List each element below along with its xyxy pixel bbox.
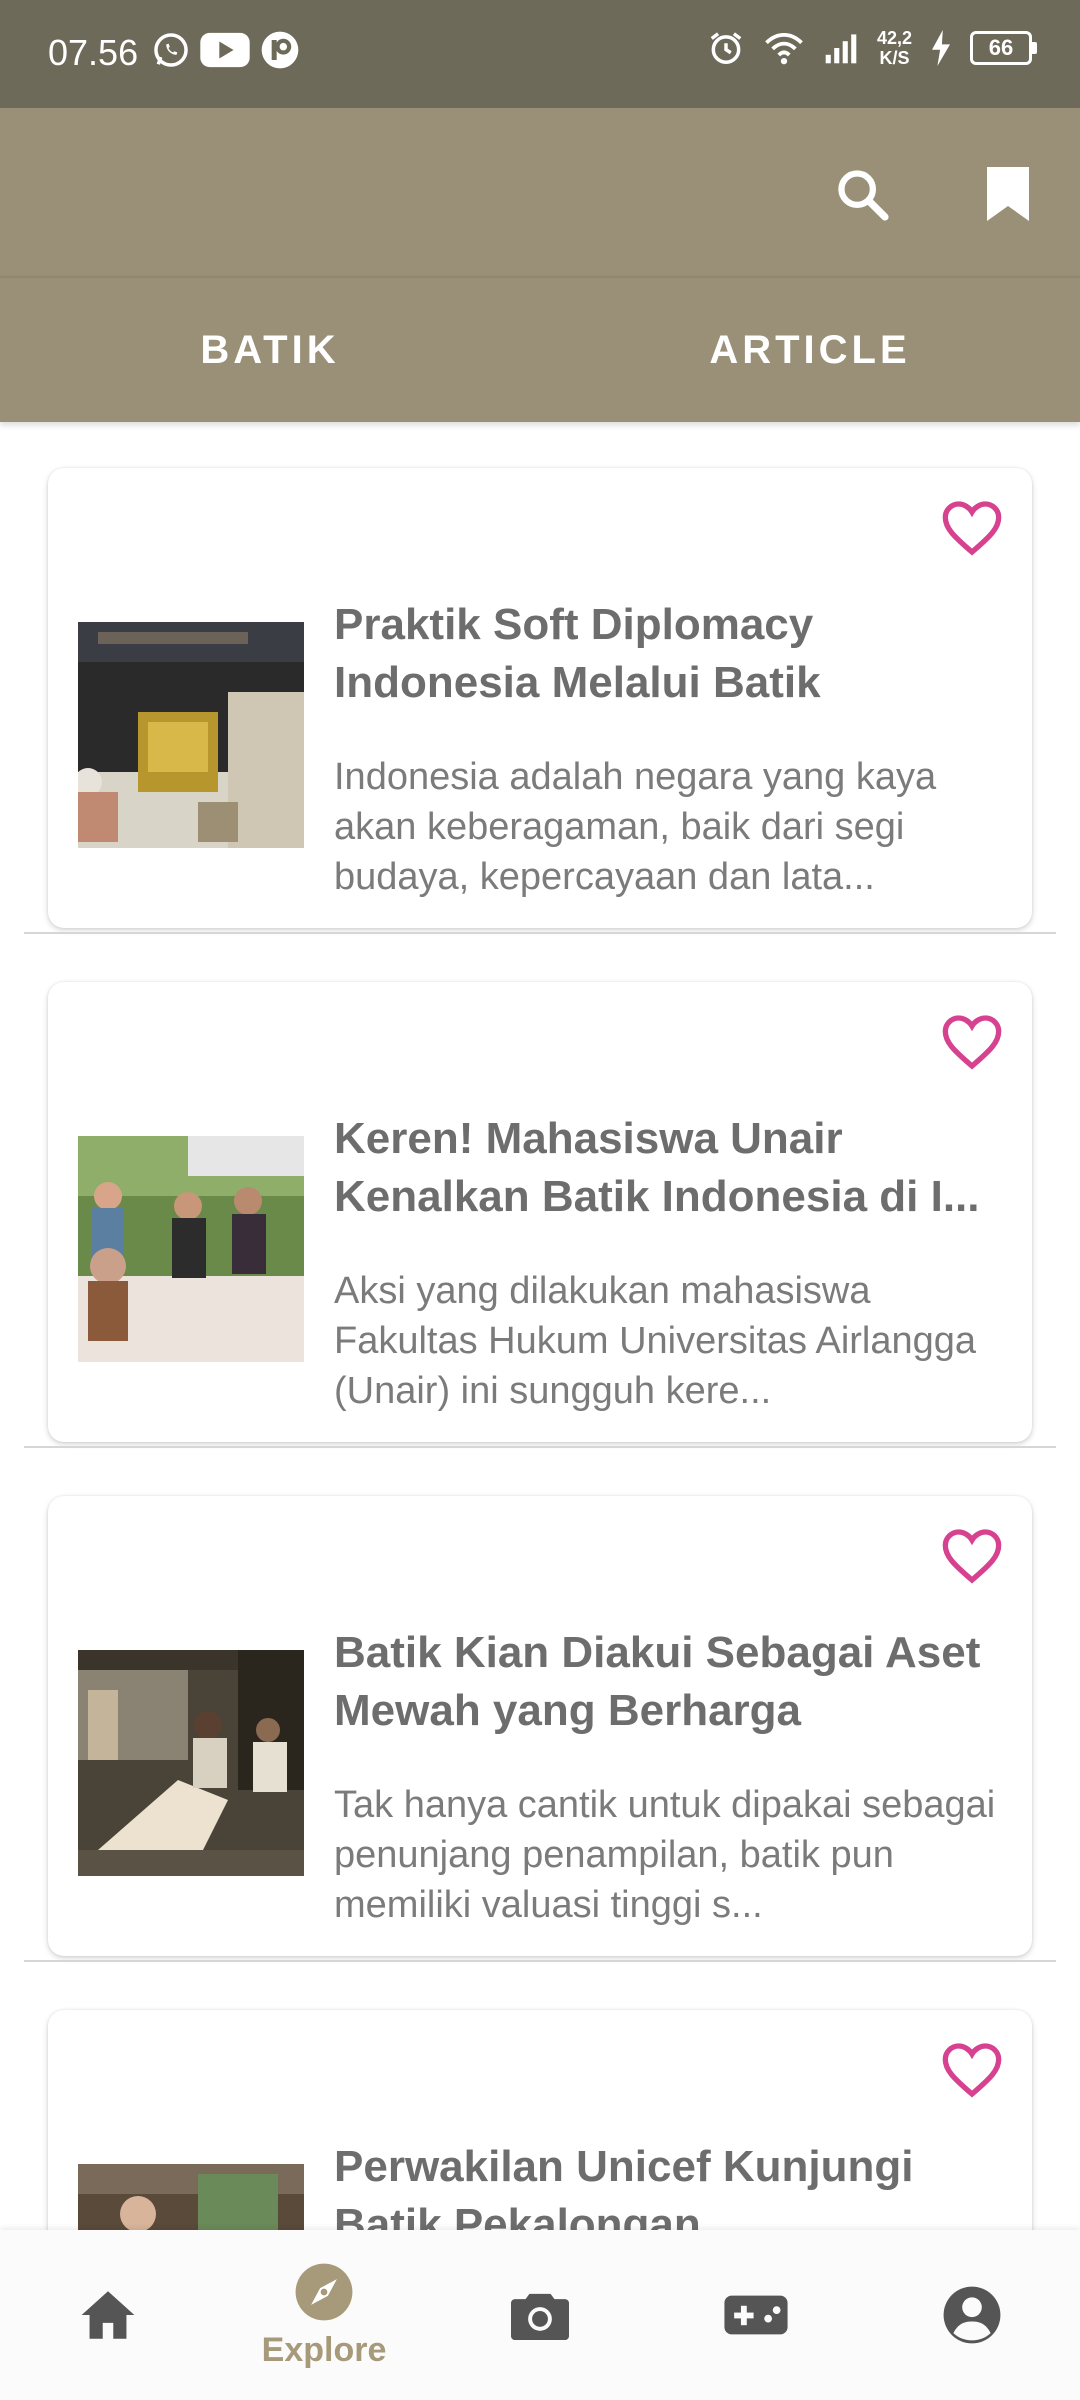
article-card[interactable]: Perwakilan Unicef Kunjungi Batik Pekalon… xyxy=(48,2010,1032,2230)
status-time: 07.56 xyxy=(48,32,139,73)
nav-explore-label: Explore xyxy=(261,2330,387,2369)
article-thumbnail xyxy=(78,622,304,848)
article-card[interactable]: Keren! Mahasiswa Unair Kenalkan Batik In… xyxy=(48,982,1032,1442)
charging-icon xyxy=(932,30,950,66)
network-speed: 42,2 K/S xyxy=(876,28,912,68)
nav-games[interactable] xyxy=(648,2230,864,2400)
tab-batik[interactable]: BATIK xyxy=(0,278,540,422)
alarm-icon xyxy=(710,32,742,64)
home-icon xyxy=(81,2291,135,2339)
article-title: Praktik Soft Diplomacy Indonesia Melalui… xyxy=(334,600,821,707)
bookmark-button[interactable] xyxy=(972,158,1044,230)
list-item: Keren! Mahasiswa Unair Kenalkan Batik In… xyxy=(0,934,1080,1448)
app-bar xyxy=(0,108,1080,276)
nav-home[interactable] xyxy=(0,2230,216,2400)
wifi-icon xyxy=(765,32,803,65)
favorite-heart-icon[interactable] xyxy=(940,2040,1004,2100)
status-bar: 07.56 42,2 K/S 66 xyxy=(0,0,1080,108)
nav-camera[interactable] xyxy=(432,2230,648,2400)
favorite-heart-icon[interactable] xyxy=(940,1012,1004,1072)
status-right-icons: 42,2 K/S 66 xyxy=(707,28,1037,68)
article-description: Indonesia adalah negara yang kaya akan k… xyxy=(334,756,937,898)
gamepad-icon xyxy=(724,2295,788,2335)
list-item: Praktik Soft Diplomacy Indonesia Melalui… xyxy=(0,420,1080,934)
tab-article[interactable]: ARTICLE xyxy=(540,278,1080,422)
search-button[interactable] xyxy=(826,158,898,230)
article-card[interactable]: Batik Kian Diakui Sebagai Aset Mewah yan… xyxy=(48,1496,1032,1956)
article-thumbnail xyxy=(78,1136,304,1362)
article-title: Keren! Mahasiswa Unair Kenalkan Batik In… xyxy=(334,1114,980,1221)
nav-explore[interactable]: Explore xyxy=(216,2230,432,2400)
list-item: Perwakilan Unicef Kunjungi Batik Pekalon… xyxy=(0,1962,1080,2230)
search-icon xyxy=(838,170,889,221)
article-title: Batik Kian Diakui Sebagai Aset Mewah yan… xyxy=(334,1628,981,1735)
article-list[interactable]: Praktik Soft Diplomacy Indonesia Melalui… xyxy=(0,420,1080,2230)
article-title: Perwakilan Unicef Kunjungi Batik Pekalon… xyxy=(334,2142,914,2230)
favorite-heart-icon[interactable] xyxy=(940,498,1004,558)
article-description: Aksi yang dilakukan mahasiswa Fakultas H… xyxy=(334,1270,977,1412)
camera-icon xyxy=(511,2293,569,2341)
article-thumbnail xyxy=(78,2164,304,2230)
favorite-heart-icon[interactable] xyxy=(940,1526,1004,1586)
bottom-navigation: Explore xyxy=(0,2230,1080,2400)
whatsapp-icon xyxy=(154,33,188,67)
app-notification-icon xyxy=(261,31,299,69)
notification-icons xyxy=(152,30,300,70)
signal-icon xyxy=(825,34,857,64)
tab-bar: BATIK ARTICLE xyxy=(0,276,1080,422)
youtube-icon xyxy=(200,32,250,68)
account-icon xyxy=(943,2286,1001,2344)
article-description: Tak hanya cantik untuk dipakai sebagai p… xyxy=(334,1784,996,1926)
article-thumbnail xyxy=(78,1650,304,1876)
battery-indicator: 66 xyxy=(970,31,1037,65)
explore-icon xyxy=(295,2263,353,2320)
bookmark-icon xyxy=(987,167,1029,221)
list-item: Batik Kian Diakui Sebagai Aset Mewah yan… xyxy=(0,1448,1080,1962)
nav-profile[interactable] xyxy=(864,2230,1080,2400)
article-card[interactable]: Praktik Soft Diplomacy Indonesia Melalui… xyxy=(48,468,1032,928)
